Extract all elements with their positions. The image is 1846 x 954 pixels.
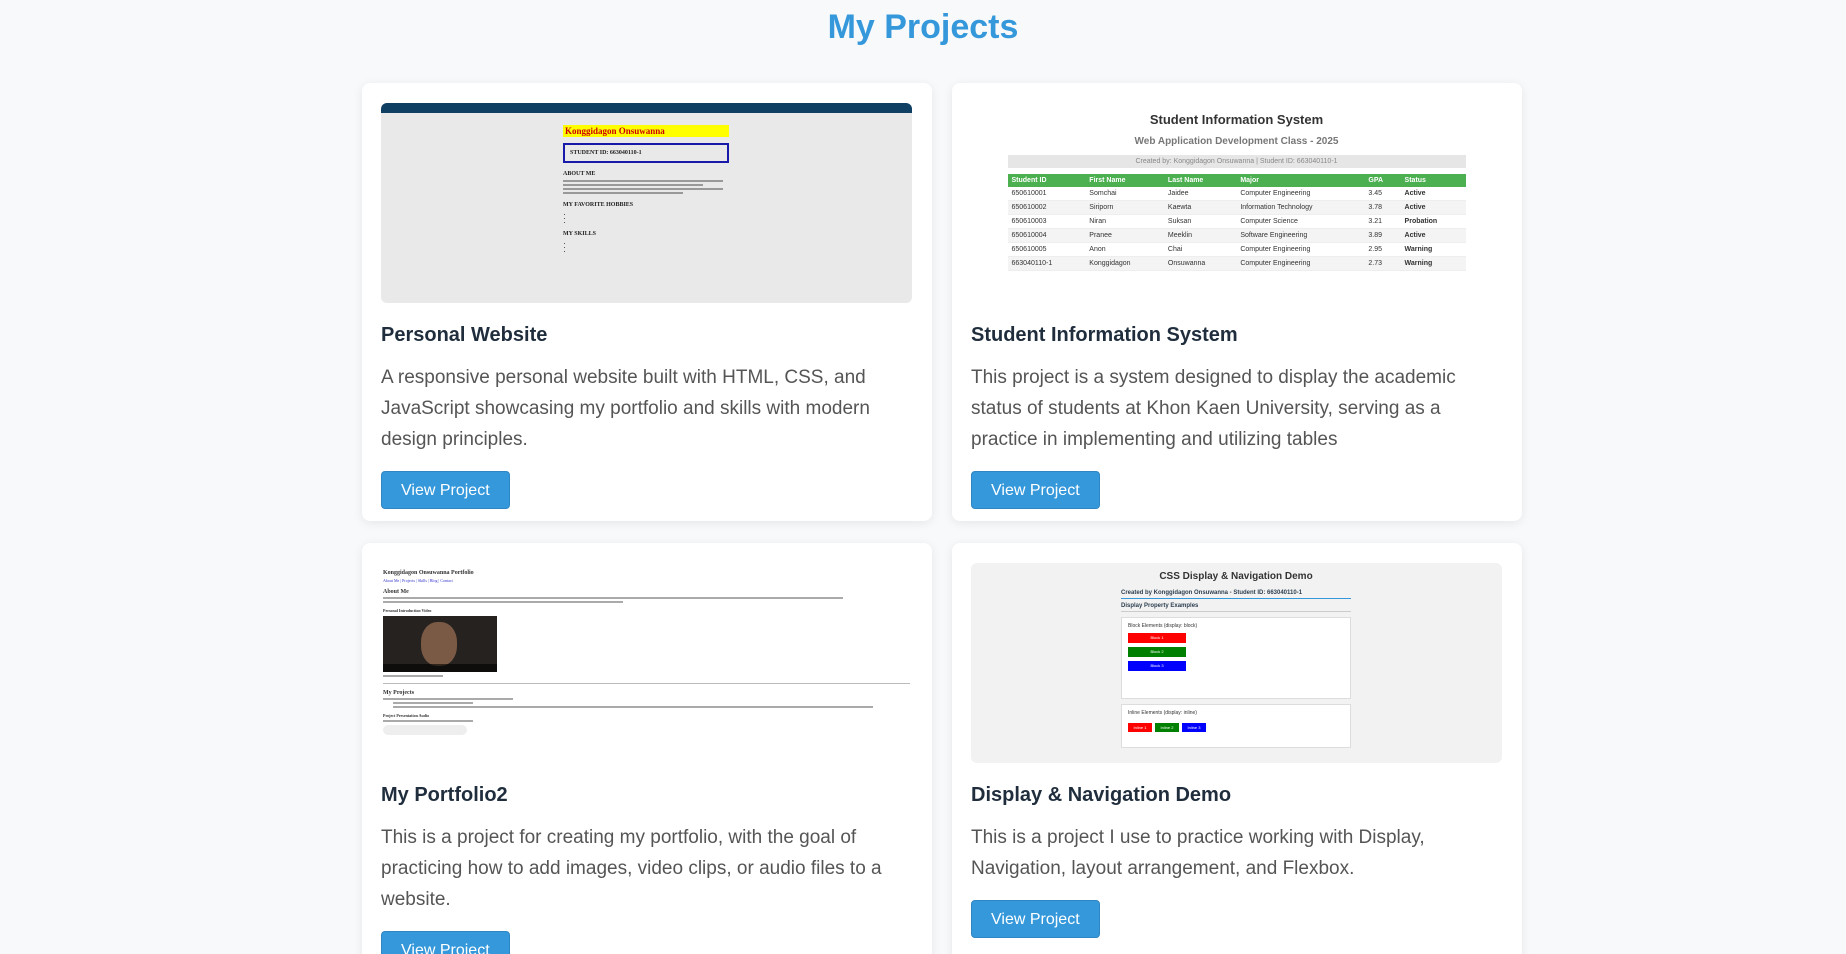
view-project-button[interactable]: View Project bbox=[381, 471, 510, 509]
project-title: Display & Navigation Demo bbox=[971, 784, 1232, 806]
table-row: 650610001 Somchai Jaidee Computer Engineeri… bbox=[1007, 187, 1466, 201]
table-header: GPA bbox=[1364, 174, 1401, 187]
project-card-display-navigation-demo: CSS Display & Navigation Demo Created by… bbox=[952, 543, 1522, 954]
thumb-heading: Student Information System bbox=[1149, 112, 1324, 127]
thumb-heading: CSS Display & Navigation Demo bbox=[1159, 571, 1313, 582]
project-description: This project is a system designed to dis… bbox=[971, 367, 1456, 450]
project-card-personal-website: Konggidagon Onsuwanna STUDENT ID: 663040… bbox=[362, 83, 932, 521]
table-header: Major bbox=[1236, 174, 1365, 187]
browser-bar bbox=[381, 103, 912, 113]
view-project-button[interactable]: View Project bbox=[381, 931, 510, 954]
project-title: My Portfolio2 bbox=[381, 784, 508, 806]
inline-examples: Inline Elements (display: inline) Inline… bbox=[1121, 704, 1351, 748]
project-screenshot: CSS Display & Navigation Demo Created by… bbox=[971, 563, 1502, 763]
project-title: Student Information System bbox=[971, 324, 1238, 346]
view-project-button[interactable]: View Project bbox=[971, 471, 1100, 509]
view-project-button[interactable]: View Project bbox=[971, 900, 1100, 938]
thumb-video-label: Personal Introduction Video bbox=[383, 608, 432, 613]
project-card-my-portfolio2: Konggidagon Onsuwanna Portfolio About Me… bbox=[362, 543, 932, 954]
thumb-name: Konggidagon Onsuwanna bbox=[563, 125, 729, 137]
table-row: 650610003 Niran Suksan Computer Science 3.21… bbox=[1007, 214, 1466, 229]
table-row: 650610005 Anon Chai Computer Engineering 2.9… bbox=[1007, 242, 1466, 257]
table-row: 650610002 Siriporn Kaewta Information Techn… bbox=[1007, 200, 1466, 215]
table-header: Last Name bbox=[1163, 174, 1237, 187]
thumb-hobbies: MY FAVORITE HOBBIES bbox=[563, 202, 634, 208]
video-player bbox=[383, 616, 497, 672]
thumb-nav-links: About Me | Projects | Skills | Blog | Co… bbox=[383, 578, 453, 583]
project-card-student-information-system: Student Information System Web Applicati… bbox=[952, 83, 1522, 521]
project-screenshot: Konggidagon Onsuwanna STUDENT ID: 663040… bbox=[381, 103, 912, 303]
thumb-skills: MY SKILLS bbox=[563, 231, 596, 237]
thumb-creator: Created by Konggidagon Onsuwanna - Stude… bbox=[1121, 590, 1351, 599]
page-title: My Projects bbox=[827, 8, 1019, 46]
thumb-student-id: STUDENT ID: 663040110-1 bbox=[563, 143, 729, 163]
student-table: Student ID First Name Last Name Major GP… bbox=[1007, 174, 1466, 271]
table-row: 663040110-1 Konggidagon Onsuwanna Computer … bbox=[1007, 256, 1466, 271]
thumb-about: About Me bbox=[383, 589, 409, 595]
table-row: 650610004 Pranee Meeklin Software Engineeri… bbox=[1007, 228, 1466, 243]
project-description: A responsive personal website built with… bbox=[381, 367, 870, 450]
audio-player bbox=[383, 725, 467, 735]
project-screenshot: Konggidagon Onsuwanna Portfolio About Me… bbox=[381, 563, 912, 763]
thumb-heading: Konggidagon Onsuwanna Portfolio bbox=[383, 570, 474, 576]
thumb-section: Display Property Examples bbox=[1121, 603, 1351, 612]
table-header: Student ID bbox=[1007, 174, 1086, 187]
project-description: This is a project I use to practice work… bbox=[971, 827, 1425, 879]
project-title: Personal Website bbox=[381, 324, 548, 346]
thumb-audio-label: Project Presentation Audio bbox=[383, 713, 430, 718]
thumb-about: ABOUT ME bbox=[563, 171, 596, 177]
project-screenshot: Student Information System Web Applicati… bbox=[971, 103, 1502, 303]
thumb-projects: My Projects bbox=[383, 690, 415, 696]
thumb-creator: Created by: Konggidagon Onsuwanna | Stud… bbox=[1007, 155, 1466, 168]
project-description: This is a project for creating my portfo… bbox=[381, 827, 882, 910]
table-header: Status bbox=[1400, 174, 1466, 187]
thumb-subheading: Web Application Development Class - 2025 bbox=[1134, 136, 1339, 147]
block-examples: Block Elements (display: block) Block 1 … bbox=[1121, 617, 1351, 699]
table-header: First Name bbox=[1085, 174, 1164, 187]
